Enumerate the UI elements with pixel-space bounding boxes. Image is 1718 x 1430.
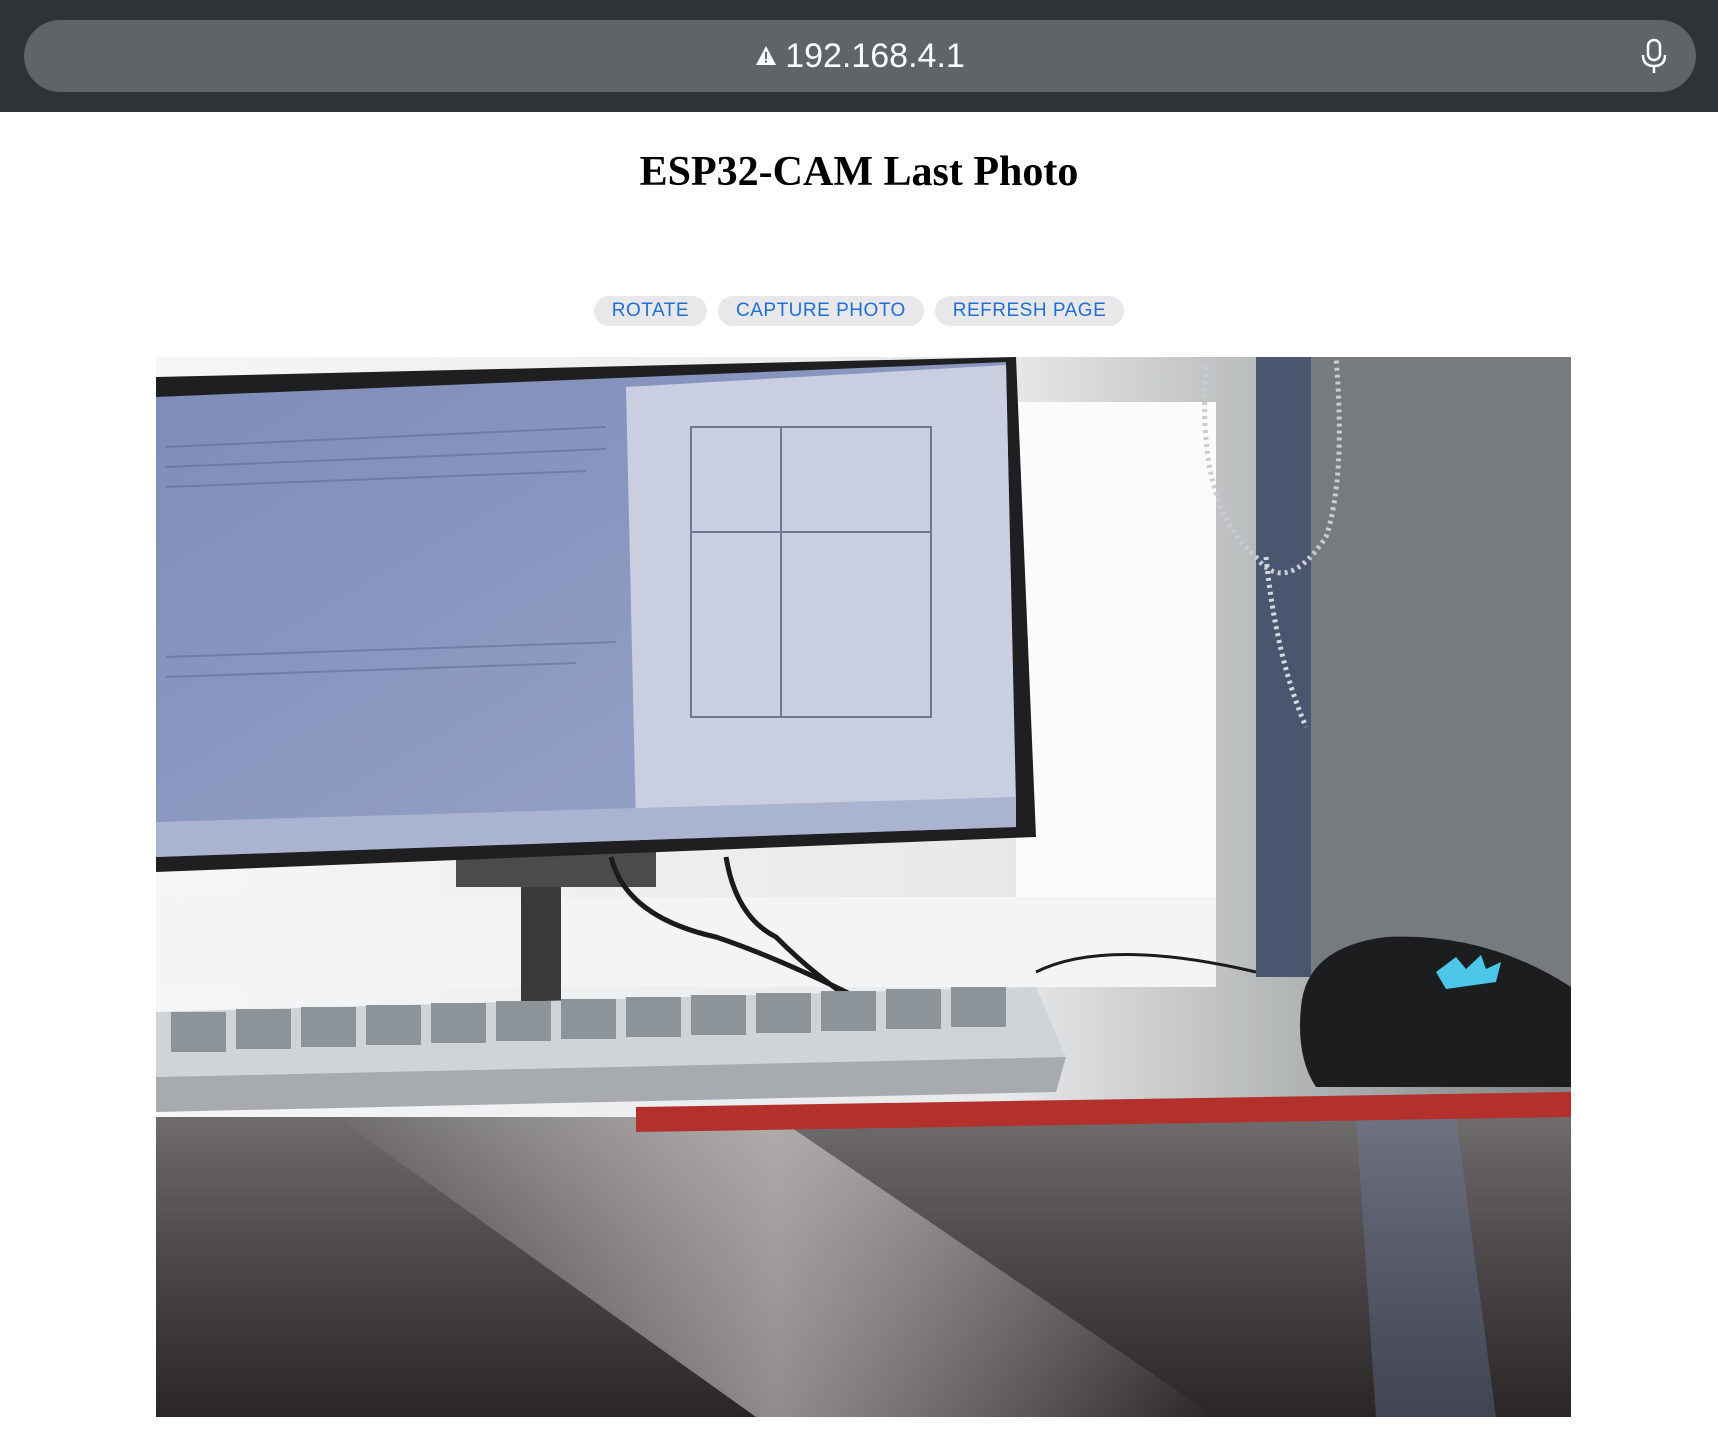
refresh-page-button[interactable]: REFRESH PAGE [934,296,1125,326]
camera-photo [156,357,1571,1417]
camera-photo-illustration [156,357,1571,1417]
page-title: ESP32-CAM Last Photo [639,149,1079,195]
url-text: 192.168.4.1 [785,36,965,75]
page-content: ESP32-CAM Last Photo ROTATE CAPTURE PHOT… [0,112,1718,1430]
address-bar[interactable]: 192.168.4.1 [24,20,1696,92]
button-row: ROTATE CAPTURE PHOTO REFRESH PAGE [0,296,1718,326]
capture-photo-button[interactable]: CAPTURE PHOTO [718,296,924,326]
warning-triangle-icon [755,45,777,67]
microphone-icon[interactable] [1634,36,1674,76]
rotate-button[interactable]: ROTATE [593,296,707,326]
url-container: 192.168.4.1 [24,20,1696,92]
browser-toolbar: 192.168.4.1 [0,0,1718,112]
